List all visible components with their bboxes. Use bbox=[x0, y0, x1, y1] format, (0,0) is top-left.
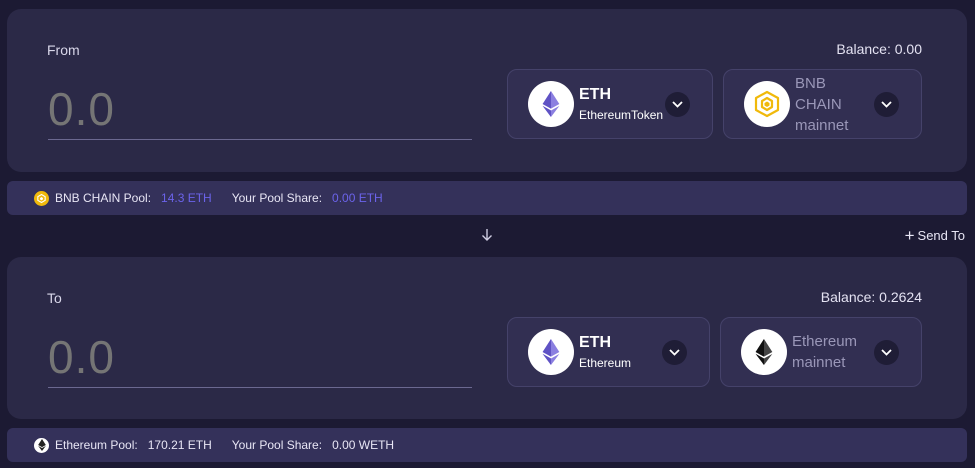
from-network-selector[interactable]: BNB CHAIN mainnet bbox=[723, 69, 922, 139]
pool-label: Ethereum Pool: bbox=[55, 438, 138, 452]
pool-share-label: Your Pool Share: bbox=[231, 438, 323, 452]
from-balance: Balance: 0.00 bbox=[836, 41, 922, 57]
to-panel: To Balance: 0.2624 ETH Ethereum bbox=[7, 257, 967, 419]
to-amount-input[interactable] bbox=[48, 329, 472, 385]
chevron-down-icon[interactable] bbox=[662, 340, 687, 365]
from-pool-info: BNB CHAIN Pool: 14.3 ETH Your Pool Share… bbox=[7, 181, 967, 215]
pool-value: 14.3 ETH bbox=[161, 191, 212, 205]
pool-label: BNB CHAIN Pool: bbox=[55, 191, 152, 205]
to-amount-field bbox=[48, 329, 472, 388]
to-network-name: Ethereum mainnet bbox=[792, 333, 858, 371]
ethereum-icon bbox=[34, 437, 49, 453]
pool-value: 170.21 ETH bbox=[147, 438, 212, 452]
from-label: From bbox=[47, 42, 80, 58]
to-network-selector[interactable]: Ethereum mainnet bbox=[720, 317, 922, 387]
chevron-down-icon[interactable] bbox=[665, 92, 690, 117]
from-token-selector[interactable]: ETH EthereumToken bbox=[507, 69, 713, 139]
to-token-name: Ethereum bbox=[579, 356, 632, 370]
bnb-chain-icon bbox=[744, 81, 790, 127]
ethereum-icon bbox=[741, 329, 787, 375]
ethereum-icon bbox=[528, 329, 574, 375]
to-balance: Balance: 0.2624 bbox=[820, 289, 922, 305]
send-to-label: Send To bbox=[917, 228, 965, 243]
chevron-down-icon[interactable] bbox=[874, 92, 899, 117]
from-panel: From Balance: 0.00 ETH EthereumToken bbox=[7, 9, 967, 172]
to-token-selector[interactable]: ETH Ethereum bbox=[507, 317, 710, 387]
to-token-symbol: ETH bbox=[579, 334, 611, 351]
from-token-symbol: ETH bbox=[579, 86, 611, 103]
chevron-down-icon[interactable] bbox=[874, 340, 899, 365]
to-pool-info: Ethereum Pool: 170.21 ETH Your Pool Shar… bbox=[7, 428, 967, 462]
from-amount-field bbox=[48, 81, 472, 140]
arrow-down-icon[interactable] bbox=[480, 227, 494, 243]
to-label: To bbox=[47, 290, 62, 306]
plus-icon: + bbox=[904, 225, 915, 245]
pool-share-value: 0.00 WETH bbox=[332, 438, 395, 452]
from-token-name: EthereumToken bbox=[579, 108, 664, 122]
from-network-name: BNB CHAIN mainnet bbox=[795, 74, 849, 134]
pool-share-value: 0.00 ETH bbox=[332, 191, 383, 205]
send-to-button[interactable]: + Send To bbox=[904, 225, 965, 245]
bnb-chain-icon bbox=[34, 190, 49, 206]
from-amount-input[interactable] bbox=[48, 81, 472, 137]
ethereum-icon bbox=[528, 81, 574, 127]
pool-share-label: Your Pool Share: bbox=[231, 191, 323, 205]
